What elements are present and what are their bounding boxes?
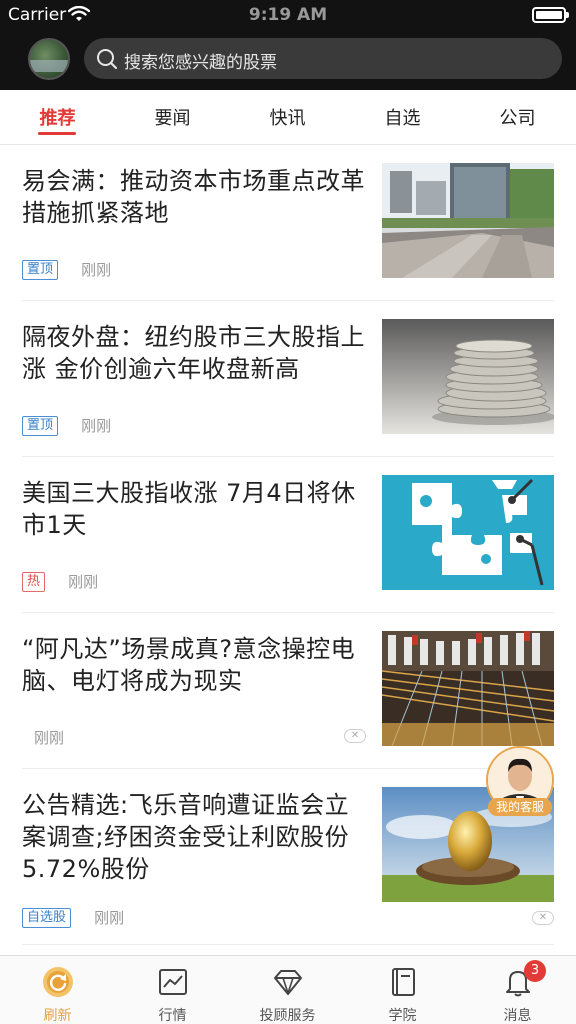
nav-label: 投顾服务 bbox=[259, 1008, 316, 1024]
refresh-icon bbox=[42, 966, 74, 998]
news-time: 刚刚 bbox=[94, 909, 125, 927]
bottom-nav: 刷新 行情 投顾服务 学院 3 消息 bbox=[0, 955, 576, 1024]
active-tab-indicator bbox=[38, 132, 76, 135]
news-meta: 热 刚刚 bbox=[22, 571, 98, 592]
nav-label: 消息 bbox=[503, 1008, 532, 1024]
dismiss-button[interactable]: ✕ bbox=[532, 911, 554, 925]
search-icon bbox=[96, 48, 118, 74]
news-time: 刚刚 bbox=[81, 261, 112, 279]
office-buildings-image bbox=[382, 163, 554, 278]
pinned-badge: 置顶 bbox=[22, 415, 59, 436]
news-time: 刚刚 bbox=[81, 417, 112, 435]
nav-academy[interactable]: 学院 bbox=[345, 956, 460, 1024]
textile-machine-image bbox=[382, 631, 554, 746]
tab-recommend[interactable]: 推荐 bbox=[0, 104, 115, 130]
coin-stack-image bbox=[382, 319, 554, 434]
nav-label: 行情 bbox=[158, 1008, 187, 1024]
nav-advisor[interactable]: 投顾服务 bbox=[230, 956, 345, 1024]
nav-messages[interactable]: 3 消息 bbox=[460, 956, 575, 1024]
nav-label: 学院 bbox=[388, 1008, 417, 1024]
chart-icon bbox=[157, 966, 189, 998]
status-time: 9:19 AM bbox=[248, 5, 328, 25]
diamond-icon bbox=[272, 966, 304, 998]
news-item[interactable]: 易会满：推动资本市场重点改革措施抓紧落地 置顶 刚刚 bbox=[0, 145, 576, 301]
nav-market[interactable]: 行情 bbox=[115, 956, 230, 1024]
unread-badge: 3 bbox=[524, 960, 546, 982]
news-time: 刚刚 bbox=[34, 729, 65, 747]
tab-watchlist[interactable]: 自选 bbox=[345, 104, 460, 130]
battery-icon bbox=[532, 7, 569, 23]
dismiss-button[interactable]: ✕ bbox=[344, 729, 366, 743]
search-placeholder: 搜索您感兴趣的股票 bbox=[124, 53, 277, 73]
tab-company[interactable]: 公司 bbox=[460, 104, 575, 130]
news-meta: 自选股 刚刚 bbox=[22, 907, 124, 928]
news-item[interactable]: 隔夜外盘：纽约股市三大股指上涨 金价创逾六年收盘新高 置顶 刚刚 bbox=[0, 301, 576, 457]
news-title: “阿凡达”场景成真?意念操控电脑、电灯将成为现实 bbox=[22, 635, 356, 695]
top-header: Carrier 9:19 AM 搜索您感兴趣的股票 bbox=[0, 0, 576, 90]
tab-flash[interactable]: 快讯 bbox=[230, 104, 345, 130]
news-title: 公告精选:飞乐音响遭证监会立案调查;纾困资金受让利欧股份5.72%股份 bbox=[22, 791, 350, 883]
tab-headlines[interactable]: 要闻 bbox=[115, 104, 230, 130]
watchlist-badge: 自选股 bbox=[22, 907, 72, 928]
news-meta: 置顶 刚刚 bbox=[22, 415, 111, 436]
news-meta: 刚刚 bbox=[34, 727, 64, 748]
pinned-badge: 置顶 bbox=[22, 259, 59, 280]
news-meta: 置顶 刚刚 bbox=[22, 259, 111, 280]
news-item[interactable]: 美国三大股指收涨 7月4日将休市1天 热 刚刚 bbox=[0, 457, 576, 613]
avatar[interactable] bbox=[28, 38, 70, 80]
hot-badge: 热 bbox=[22, 571, 46, 592]
news-title: 易会满：推动资本市场重点改革措施抓紧落地 bbox=[22, 167, 365, 227]
news-time: 刚刚 bbox=[68, 573, 99, 591]
search-bar[interactable]: 搜索您感兴趣的股票 bbox=[84, 38, 562, 79]
service-label: 我的客服 bbox=[488, 798, 552, 816]
status-bar: Carrier 9:19 AM bbox=[0, 0, 576, 30]
news-title: 隔夜外盘：纽约股市三大股指上涨 金价创逾六年收盘新高 bbox=[22, 323, 365, 383]
nav-refresh[interactable]: 刷新 bbox=[0, 956, 115, 1024]
puzzle-robot-image bbox=[382, 475, 554, 590]
book-icon bbox=[387, 966, 419, 998]
news-title: 美国三大股指收涨 7月4日将休市1天 bbox=[22, 479, 356, 539]
nav-label: 刷新 bbox=[43, 1008, 72, 1024]
customer-service-button[interactable]: 我的客服 bbox=[486, 746, 554, 818]
category-tabs: 推荐 要闻 快讯 自选 公司 bbox=[0, 90, 576, 145]
